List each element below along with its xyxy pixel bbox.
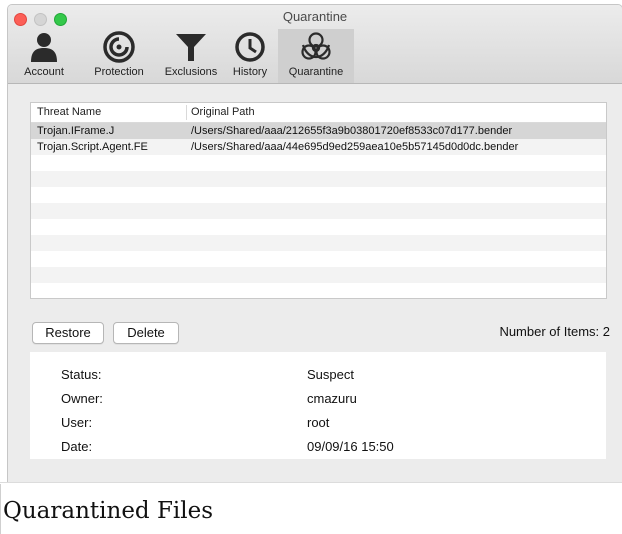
toolbar-item-protection[interactable]: Protection: [80, 29, 158, 83]
details-panel: Status: Suspect Owner: cmazuru User: roo…: [30, 352, 606, 459]
empty-row: [31, 155, 606, 171]
table-body: Trojan.IFrame.J /Users/Shared/aaa/212655…: [31, 123, 606, 283]
column-header-original-path[interactable]: Original Path: [191, 106, 255, 118]
toolbar-item-account[interactable]: Account: [8, 29, 80, 83]
owner-value: cmazuru: [307, 391, 357, 406]
date-label: Date:: [61, 439, 93, 454]
empty-row: [31, 171, 606, 187]
empty-row: [31, 187, 606, 203]
original-path-cell: /Users/Shared/aaa/212655f3a9b03801720ef8…: [191, 125, 513, 137]
toolbar-item-exclusions[interactable]: Exclusions: [158, 29, 224, 83]
owner-label: Owner:: [61, 391, 103, 406]
threat-name-cell: Trojan.Script.Agent.FE: [37, 141, 148, 153]
table-header: Threat Name Original Path: [31, 103, 606, 123]
toolbar-label-account: Account: [24, 66, 64, 78]
column-divider[interactable]: [186, 105, 187, 120]
empty-row: [31, 267, 606, 283]
item-count-value: 2: [602, 324, 610, 339]
restore-button[interactable]: Restore: [32, 322, 104, 344]
toolbar-label-quarantine: Quarantine: [288, 66, 344, 78]
user-value: root: [307, 415, 330, 430]
date-value: 09/09/16 15:50: [307, 439, 394, 454]
threat-name-cell: Trojan.IFrame.J: [37, 125, 115, 137]
threat-table[interactable]: Threat Name Original Path Trojan.IFrame.…: [30, 102, 607, 299]
account-icon: [31, 33, 57, 62]
biohazard-icon: [301, 32, 331, 60]
status-label: Status:: [61, 367, 102, 382]
titlebar: Quarantine Account Protection Exclusions: [8, 5, 622, 84]
protection-icon: [103, 31, 135, 63]
caption-divider: [0, 482, 622, 483]
toolbar-label-history: History: [232, 66, 268, 78]
item-count: Number of Items: 2: [499, 324, 610, 339]
empty-row: [31, 251, 606, 267]
empty-row: [31, 219, 606, 235]
toolbar-label-exclusions: Exclusions: [164, 66, 218, 78]
toolbar-item-quarantine[interactable]: Quarantine: [278, 29, 354, 83]
empty-row: [31, 203, 606, 219]
item-count-label: Number of Items:: [499, 324, 600, 339]
empty-row: [31, 235, 606, 251]
table-row[interactable]: Trojan.Script.Agent.FE /Users/Shared/aaa…: [31, 139, 606, 155]
column-header-threat-name[interactable]: Threat Name: [37, 106, 101, 118]
caption-left-rule: [0, 484, 1, 534]
window-title: Quarantine: [282, 9, 348, 24]
original-path-cell: /Users/Shared/aaa/44e695d9ed259aea10e5b5…: [191, 141, 519, 153]
quarantine-window: Quarantine Account Protection Exclusions: [7, 4, 622, 483]
toolbar-item-history[interactable]: History: [224, 29, 276, 83]
funnel-icon: [176, 34, 206, 61]
delete-button[interactable]: Delete: [113, 322, 179, 344]
table-row[interactable]: Trojan.IFrame.J /Users/Shared/aaa/212655…: [31, 123, 606, 139]
clock-icon: [235, 32, 265, 62]
user-label: User:: [61, 415, 93, 430]
toolbar-label-protection: Protection: [94, 66, 144, 78]
status-value: Suspect: [307, 367, 354, 382]
figure-caption: Quarantined Files: [3, 498, 214, 524]
